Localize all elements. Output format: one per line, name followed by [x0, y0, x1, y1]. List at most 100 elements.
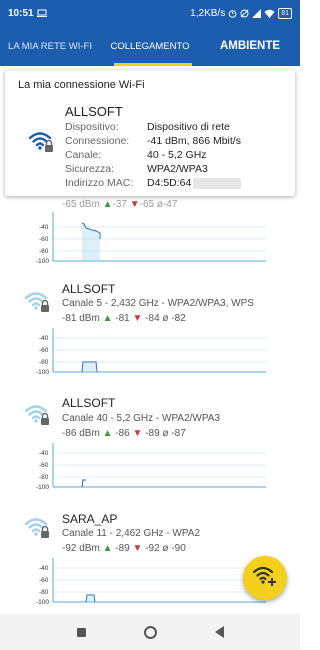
partial-network-stats: -65 dBm ▲-37 ▼-65 ø-47 — [62, 199, 177, 210]
detail-row: Connessione: -41 dBm, 866 Mbit/s — [65, 134, 241, 148]
signal-graph: -40 -60 -80 -100 — [36, 212, 266, 264]
detail-row: Dispositivo: Dispositivo di rete — [65, 120, 241, 134]
mac-address: D4:5D:64 — [147, 177, 192, 189]
arrow-up-icon: ▲ — [102, 543, 113, 554]
graph-label: -100 — [36, 369, 49, 376]
graph-label: -40 — [39, 450, 49, 457]
detail-row: Indirizzo MAC: D4:5D:64 — [65, 176, 242, 190]
graph-label: -60 — [39, 236, 49, 243]
average-icon: ø — [162, 543, 169, 554]
recents-icon[interactable] — [76, 627, 86, 637]
wifi-lock-icon — [28, 130, 55, 159]
arrow-up-icon: ▲ — [102, 199, 113, 210]
graph-label: -40 — [39, 565, 49, 572]
back-icon[interactable] — [214, 626, 224, 638]
wifi-lock-icon — [24, 290, 51, 319]
list-item[interactable]: ALLSOFT Canale 40 - 5,2 GHz - WPA2/WPA3 … — [0, 385, 300, 495]
detail-key: Sicurezza: — [65, 163, 115, 175]
signal-graph: -40 -60 -80 -100 — [36, 443, 266, 491]
home-icon[interactable] — [143, 625, 157, 639]
add-network-button[interactable] — [243, 556, 287, 600]
detail-key: Connessione: — [65, 135, 130, 147]
detail-value: 40 - 5,2 GHz — [147, 149, 207, 161]
connection-details: Dispositivo: Dispositivo di rete Conness… — [65, 120, 242, 190]
status-time: 10:51 — [8, 7, 34, 19]
graph-label: -80 — [39, 474, 49, 481]
graph-label: -80 — [39, 589, 49, 596]
network-info: Canale 40 - 5,2 GHz - WPA2/WPA3 — [62, 413, 221, 424]
arrow-down-icon: ▼ — [129, 199, 140, 210]
wifi-status-icon — [264, 9, 275, 18]
wifi-lock-icon — [24, 403, 51, 432]
tab-my-wifi[interactable]: LA MIA RETE WI-FI — [0, 26, 100, 66]
signal-graph: -40 -60 -80 -100 — [36, 558, 266, 606]
stat-current: -65 dBm — [62, 199, 100, 210]
connection-ssid: ALLSOFT — [65, 104, 123, 119]
wifi-lock-icon — [24, 516, 51, 545]
stat-max: -81 — [115, 313, 130, 324]
wifi-add-icon — [252, 565, 277, 592]
tab-connection[interactable]: COLLEGAMENTO — [100, 26, 200, 66]
stat-min: -92 — [145, 543, 160, 554]
arrow-down-icon: ▼ — [132, 428, 143, 439]
detail-row: Canale: 40 - 5,2 GHz — [65, 148, 241, 162]
network-speed: 1,2KB/s — [190, 7, 226, 19]
graph-label: -80 — [39, 359, 49, 366]
network-ssid: ALLSOFT — [62, 282, 116, 296]
stat-current: -86 dBm — [62, 428, 100, 439]
network-info: Canale 11 - 2,462 GHz - WPA2 — [62, 528, 201, 539]
arrow-down-icon: ▼ — [132, 543, 143, 554]
network-stats: -92 dBm ▲ -89 ▼ -92 ø -90 — [62, 543, 186, 554]
graph-label: -100 — [36, 258, 49, 264]
stat-current: -81 dBm — [62, 313, 100, 324]
detail-value: -41 dBm, 866 Mbit/s — [147, 135, 241, 147]
network-ssid: SARA_AP — [62, 512, 118, 526]
card-title: La mia connessione Wi-Fi — [18, 79, 145, 91]
alarm-icon — [228, 9, 237, 18]
stat-current: -92 dBm — [62, 543, 100, 554]
graph-label: -60 — [39, 462, 49, 469]
network-info: Canale 5 - 2,432 GHz - WPA2/WPA3, WPS — [62, 298, 254, 309]
network-ssid: ALLSOFT — [62, 396, 116, 410]
graph-label: -60 — [39, 577, 49, 584]
network-stats: -86 dBm ▲ -86 ▼ -89 ø -87 — [62, 428, 186, 439]
stat-max: -86 — [115, 428, 130, 439]
arrow-down-icon: ▼ — [132, 313, 143, 324]
graph-label: -100 — [36, 599, 49, 606]
list-item[interactable]: ALLSOFT Canale 5 - 2,432 GHz - WPA2/WPA3… — [0, 270, 300, 380]
graph-label: -80 — [39, 248, 49, 255]
stat-avg: -82 — [171, 313, 186, 324]
battery-icon: 81 — [278, 7, 292, 19]
stat-min: -65 — [139, 199, 155, 210]
stat-avg: -87 — [171, 428, 186, 439]
status-bar: 10:51 1,2KB/s 81 — [0, 0, 300, 26]
arrow-up-icon: ▲ — [102, 313, 113, 324]
detail-value: D4:5D:64 — [147, 176, 242, 190]
system-nav-bar — [0, 614, 300, 650]
stat-avg: -90 — [171, 543, 186, 554]
detail-key: Dispositivo: — [65, 121, 119, 133]
signal-graph: -40 -60 -80 -100 — [36, 328, 266, 376]
detail-key: Canale: — [65, 149, 102, 161]
average-icon: ø — [162, 313, 169, 324]
tab-environment[interactable]: AMBIENTE — [200, 26, 300, 66]
stat-min: -89 — [145, 428, 160, 439]
stat-max: -37 — [112, 199, 127, 210]
detail-value: WPA2/WPA3 — [147, 163, 208, 175]
detail-value: Dispositivo di rete — [147, 121, 230, 133]
sim-signal-icon — [252, 8, 262, 18]
mac-redacted — [193, 177, 242, 189]
stat-min: -84 — [145, 313, 160, 324]
graph-label: -60 — [39, 347, 49, 354]
graph-label: -100 — [36, 484, 49, 491]
stat-max: -89 — [115, 543, 130, 554]
arrow-up-icon: ▲ — [102, 428, 113, 439]
tab-bar: LA MIA RETE WI-FI COLLEGAMENTO AMBIENTE — [0, 26, 300, 66]
screen-cast-icon — [36, 9, 47, 17]
graph-label: -40 — [39, 224, 49, 231]
detail-key: Indirizzo MAC: — [65, 177, 134, 189]
average-icon: ø — [162, 428, 169, 439]
data-saver-icon — [240, 9, 249, 18]
connection-card[interactable]: La mia connessione Wi-Fi ALLSOFT Disposi… — [5, 70, 295, 196]
stat-avg: -47 — [162, 199, 178, 210]
